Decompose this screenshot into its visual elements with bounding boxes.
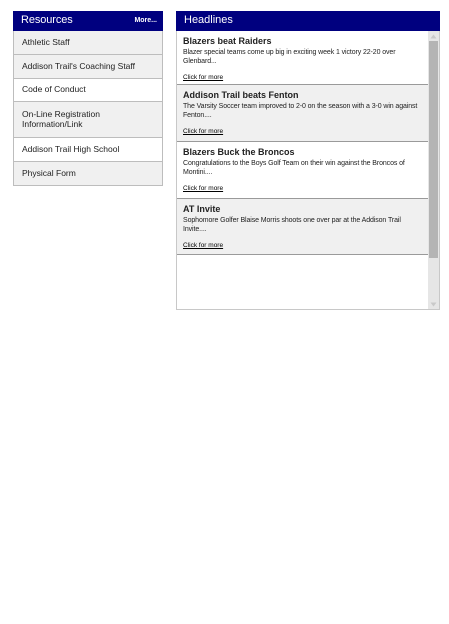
resource-item-label: Code of Conduct bbox=[22, 84, 86, 95]
resources-list: Athletic Staff Addison Trail's Coaching … bbox=[13, 31, 163, 186]
resources-title: Resources bbox=[21, 14, 73, 26]
scroll-thumb[interactable] bbox=[429, 41, 438, 258]
resources-panel: Resources More... Athletic Staff Addison… bbox=[13, 11, 163, 186]
resource-item-physical-form[interactable]: Physical Form bbox=[14, 162, 162, 186]
resources-header: Resources More... bbox=[13, 11, 163, 31]
headline-item: Blazers Buck the Broncos Congratulations… bbox=[177, 142, 428, 199]
headline-title: Blazers beat Raiders bbox=[183, 36, 272, 46]
resource-item-code-of-conduct[interactable]: Code of Conduct bbox=[14, 79, 162, 102]
resource-item-label: Addison Trail High School bbox=[22, 143, 120, 154]
resource-item-athletic-staff[interactable]: Athletic Staff bbox=[14, 31, 162, 55]
resources-more-link[interactable]: More... bbox=[134, 17, 157, 24]
headlines-title: Headlines bbox=[184, 14, 233, 26]
headline-summary: Sophomore Golfer Blaise Morris shoots on… bbox=[183, 217, 401, 233]
headline-summary: The Varsity Soccer team improved to 2-0 … bbox=[183, 103, 418, 119]
headline-more-link[interactable]: Click for more bbox=[183, 185, 223, 192]
resource-item-label: Physical Form bbox=[22, 167, 76, 178]
headline-item: Addison Trail beats Fenton The Varsity S… bbox=[177, 85, 428, 142]
headline-title: Addison Trail beats Fenton bbox=[183, 90, 299, 100]
scroll-up-arrow[interactable] bbox=[428, 31, 439, 41]
headline-summary: Blazer special teams come up big in exci… bbox=[183, 49, 396, 65]
headline-summary: Congratulations to the Boys Golf Team on… bbox=[183, 160, 405, 176]
resource-item-label: On-Line Registration Information/Link bbox=[22, 108, 100, 129]
headlines-list: Blazers beat Raiders Blazer special team… bbox=[177, 31, 428, 255]
triangle-up-icon bbox=[430, 34, 437, 38]
headline-more-link[interactable]: Click for more bbox=[183, 128, 223, 135]
headlines-header: Headlines bbox=[176, 11, 440, 31]
headline-item: Blazers beat Raiders Blazer special team… bbox=[177, 31, 428, 85]
resource-item-label: Addison Trail's Coaching Staff bbox=[22, 60, 135, 71]
headline-title: AT Invite bbox=[183, 204, 221, 214]
headlines-scrollbar[interactable] bbox=[428, 31, 439, 309]
headlines-panel: Headlines Blazers beat Raiders Blazer sp… bbox=[176, 11, 440, 310]
resource-item-coaching-staff[interactable]: Addison Trail's Coaching Staff bbox=[14, 55, 162, 79]
resource-item-high-school[interactable]: Addison Trail High School bbox=[14, 138, 162, 162]
headlines-scroll-area[interactable]: Blazers beat Raiders Blazer special team… bbox=[176, 31, 440, 310]
headline-item: AT Invite Sophomore Golfer Blaise Morris… bbox=[177, 199, 428, 255]
triangle-down-icon bbox=[430, 302, 437, 306]
headline-title: Blazers Buck the Broncos bbox=[183, 147, 295, 157]
scroll-down-arrow[interactable] bbox=[428, 299, 439, 309]
headline-more-link[interactable]: Click for more bbox=[183, 242, 223, 249]
resource-item-label: Athletic Staff bbox=[22, 36, 70, 47]
headline-more-link[interactable]: Click for more bbox=[183, 74, 223, 81]
resource-item-online-registration[interactable]: On-Line Registration Information/Link bbox=[14, 102, 162, 138]
